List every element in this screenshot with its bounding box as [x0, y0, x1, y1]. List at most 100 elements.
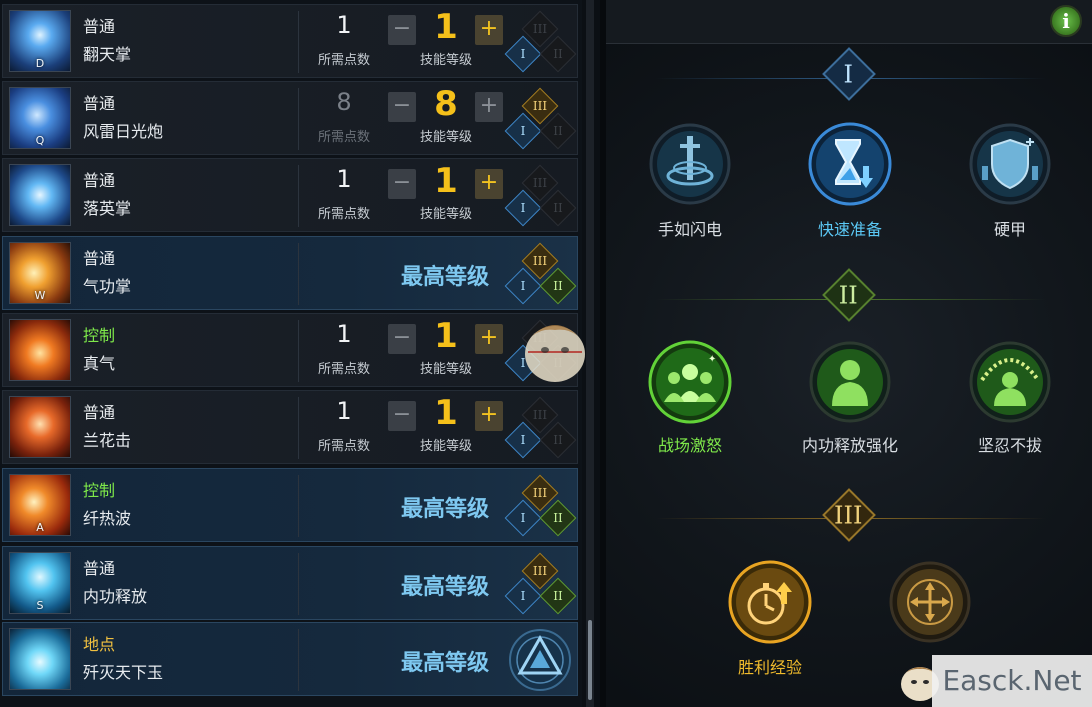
hotkey-label: D: [35, 57, 45, 70]
mascot-sticker: [525, 325, 585, 382]
required-points: 1: [336, 11, 352, 39]
column-divider: [298, 397, 299, 459]
column-divider: [298, 553, 299, 615]
max-level-label: 最高等级: [400, 575, 489, 600]
level-down-button[interactable]: −: [388, 324, 416, 354]
column-divider: [298, 11, 299, 73]
level-up-button[interactable]: +: [475, 92, 503, 122]
hotkey-label: A: [36, 521, 44, 534]
skill-icon: [9, 628, 71, 690]
level-up-button[interactable]: +: [475, 15, 503, 45]
skill-row[interactable]: D 普通 翻天掌 1 所需点数 −1 + 技能等级 III I II: [2, 4, 578, 78]
skill-name: 翻天掌: [83, 45, 132, 64]
column-divider: [298, 165, 299, 227]
tier-2-indicator[interactable]: II: [539, 35, 577, 73]
talent-kuai-su-zhun-bei[interactable]: [808, 122, 892, 206]
watermark: Easck.Net: [932, 655, 1092, 707]
max-level-label: 最高等级: [400, 651, 489, 676]
required-points: 1: [336, 320, 352, 348]
column-divider: [298, 320, 299, 382]
required-points-label: 所需点数: [317, 362, 370, 377]
skill-type: 控制: [83, 326, 116, 345]
ultimate-emblem-icon[interactable]: [505, 627, 575, 693]
skill-row[interactable]: 地点 歼灭天下玉 最高等级: [2, 622, 578, 696]
max-level-label: 最高等级: [400, 497, 489, 522]
skill-level-label: 技能等级: [419, 53, 472, 68]
hotkey-label: W: [34, 289, 46, 302]
required-points-label: 所需点数: [317, 53, 370, 68]
compass-arrows-icon: [889, 561, 971, 643]
burst-figure-icon: [969, 341, 1051, 423]
tier-2-indicator[interactable]: II: [539, 421, 577, 459]
skill-row[interactable]: 普通 兰花击 1 所需点数 −1 + 技能等级 III I II: [2, 390, 578, 464]
level-down-button[interactable]: −: [388, 15, 416, 45]
stopwatch-icon: [728, 560, 812, 644]
skill-name: 真气: [83, 354, 116, 373]
talent-panel: i I 手如闪电 快速准备 硬甲 II ✦ 战场激怒 内功释放强化 坚忍不拔 I…: [606, 0, 1092, 707]
skill-type: 普通: [83, 17, 116, 36]
talent-jian-ren-bu-ba[interactable]: [968, 340, 1052, 424]
hotkey-label: Q: [35, 134, 45, 147]
skill-list: D 普通 翻天掌 1 所需点数 −1 + 技能等级 III I II Q 普通 风雷日光炮 8 所需点数 −8 +…: [0, 0, 582, 707]
skill-name: 歼灭天下玉: [83, 663, 164, 682]
info-button[interactable]: i: [1050, 5, 1082, 37]
tier-2-indicator[interactable]: II: [539, 499, 577, 537]
talent-panel-header: [606, 0, 1092, 44]
required-points: 8: [336, 88, 352, 116]
skill-row[interactable]: 控制真气1所需点数−1+技能等级IIIIII: [2, 313, 578, 387]
skill-name: 内功释放: [83, 587, 148, 606]
skill-icon: [9, 396, 71, 458]
level-down-button[interactable]: −: [388, 169, 416, 199]
skill-row[interactable]: 普通 落英掌 1 所需点数 −1 + 技能等级 III I II: [2, 158, 578, 232]
talent-label: 硬甲: [993, 220, 1026, 239]
level-up-button[interactable]: +: [475, 169, 503, 199]
talent-label: 胜利经验: [737, 658, 802, 677]
level-down-button[interactable]: −: [388, 92, 416, 122]
skill-level: 1: [434, 316, 458, 356]
skill-row[interactable]: W 普通 气功掌 最高等级 III I II: [2, 236, 578, 310]
talent-nei-gong-shi-fang-qiang-hua[interactable]: [808, 340, 892, 424]
level-up-button[interactable]: +: [475, 324, 503, 354]
skill-icon: Q: [9, 87, 71, 149]
skill-row[interactable]: A 控制 纤热波 最高等级 III I II: [2, 468, 578, 542]
talent-ying-jia[interactable]: [968, 122, 1052, 206]
skill-icon: A: [9, 474, 71, 536]
skill-row[interactable]: Q 普通 风雷日光炮 8 所需点数 −8 + 技能等级 III I II: [2, 81, 578, 155]
tier-numeral: I: [843, 60, 854, 89]
column-divider: [298, 629, 299, 691]
scrollbar-thumb[interactable]: [588, 620, 592, 700]
skill-name: 落英掌: [83, 199, 132, 218]
tier-numeral: II: [838, 281, 858, 310]
talent-zhan-chang-ji-nu[interactable]: ✦: [648, 340, 732, 424]
talent-tier3-second[interactable]: [888, 560, 972, 644]
skill-row[interactable]: S 普通 内功释放 最高等级 III I II: [2, 546, 578, 620]
talent-label: 战场激怒: [657, 436, 722, 455]
skill-icon: W: [9, 242, 71, 304]
tier-2-indicator[interactable]: II: [539, 577, 577, 615]
tier-2-indicator[interactable]: II: [539, 189, 577, 227]
skill-name: 风雷日光炮: [83, 122, 164, 141]
tier-numeral: III: [834, 501, 863, 530]
tier-badge-1: I: [822, 47, 876, 101]
level-up-button[interactable]: +: [475, 401, 503, 431]
skill-name: 气功掌: [83, 277, 132, 296]
skill-icon: S: [9, 552, 71, 614]
skill-icon: [9, 164, 71, 226]
skill-name: 兰花击: [83, 431, 132, 450]
skill-type: 控制: [83, 481, 116, 500]
skill-type: 普通: [83, 249, 116, 268]
talent-label: 快速准备: [817, 220, 882, 239]
skill-icon: [9, 319, 71, 381]
shield-icon: [969, 123, 1051, 205]
talent-shou-ru-shan-dian[interactable]: [648, 122, 732, 206]
talent-sheng-li-jing-yan[interactable]: [728, 560, 812, 644]
level-down-button[interactable]: −: [388, 401, 416, 431]
required-points: 1: [336, 165, 352, 193]
svg-text:✦: ✦: [708, 354, 716, 365]
skill-type: 普通: [83, 171, 116, 190]
crowd-icon: ✦: [648, 340, 732, 424]
tier-2-indicator[interactable]: II: [539, 267, 577, 305]
required-points: 1: [336, 397, 352, 425]
tier-2-indicator[interactable]: II: [539, 112, 577, 150]
skill-name: 纤热波: [83, 509, 132, 528]
